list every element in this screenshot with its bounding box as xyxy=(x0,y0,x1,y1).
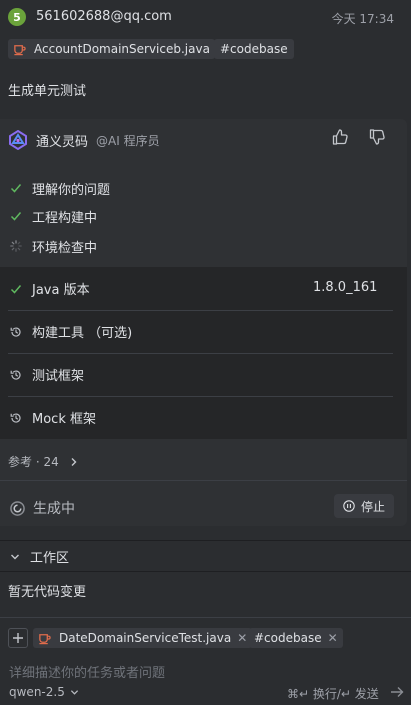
step-env-check: 环境检查中 xyxy=(10,237,98,256)
environment-check-panel: Java 版本 1.8.0_161 构建工具 （可选) 测试框架 Mock 框架 xyxy=(0,267,407,439)
step-label: 工程构建中 xyxy=(32,210,98,226)
java-file-icon xyxy=(14,44,26,55)
add-context-button[interactable] xyxy=(8,628,28,648)
context-codebase-label: #codebase xyxy=(254,631,322,645)
history-icon xyxy=(10,412,21,423)
user-message: 5 561602688@qq.com 今天 17:34 AccountDomai… xyxy=(0,0,411,112)
context-file-tag[interactable]: DateDomainServiceTest.java ✕ xyxy=(33,628,253,648)
workspace-empty-text: 暂无代码变更 xyxy=(8,585,87,600)
env-row-build-tool[interactable]: 构建工具 （可选) xyxy=(0,310,407,353)
references-label: 参考 · 24 xyxy=(8,455,59,469)
plus-icon xyxy=(13,633,23,643)
chat-input-area: DateDomainServiceTest.java ✕ #codebase ✕… xyxy=(0,617,411,705)
context-codebase-tag[interactable]: #codebase ✕ xyxy=(249,628,343,648)
assistant-response-card: 通义灵码 @AI 程序员 理解你的问题 工程构建中 环境检查中 Java 版本 … xyxy=(0,119,407,526)
file-tag[interactable]: AccountDomainServiceb.java xyxy=(8,39,215,59)
references-toggle[interactable]: 参考 · 24 xyxy=(8,453,79,470)
step-label: 环境检查中 xyxy=(32,240,98,256)
user-email: 561602688@qq.com xyxy=(36,9,172,24)
model-label: qwen-2.5 xyxy=(9,685,65,699)
codebase-tag[interactable]: #codebase xyxy=(214,39,294,59)
step-build: 工程构建中 xyxy=(10,207,98,226)
check-icon xyxy=(10,212,22,221)
divider xyxy=(0,480,407,481)
loading-spinner-icon xyxy=(10,240,22,252)
generating-status: 生成中 xyxy=(10,498,75,518)
assistant-name: 通义灵码 xyxy=(36,134,89,150)
pause-icon xyxy=(343,500,355,512)
close-icon[interactable]: ✕ xyxy=(237,631,247,645)
message-timestamp: 今天 17:34 xyxy=(331,12,394,26)
env-row-mock-framework[interactable]: Mock 框架 xyxy=(0,396,407,439)
assistant-role: @AI 程序员 xyxy=(96,133,160,148)
workspace-panel: 工作区 暂无代码变更 xyxy=(0,540,411,606)
env-label: 构建工具 （可选) xyxy=(32,326,133,341)
thumbs-down-icon[interactable] xyxy=(368,128,386,146)
thumbs-up-icon[interactable] xyxy=(331,128,349,146)
close-icon[interactable]: ✕ xyxy=(328,631,338,645)
env-label: Java 版本 xyxy=(32,283,90,298)
send-arrow-icon[interactable] xyxy=(390,686,404,698)
env-row-test-framework[interactable]: 测试框架 xyxy=(0,353,407,396)
chat-input[interactable]: 详细描述你的任务或者问题 xyxy=(9,662,165,681)
context-file-label: DateDomainServiceTest.java xyxy=(59,631,232,645)
java-version-value: 1.8.0_161 xyxy=(313,280,378,295)
env-label: Mock 框架 xyxy=(32,412,96,427)
java-file-icon xyxy=(39,633,51,644)
tongyi-logo-icon xyxy=(9,130,27,150)
chevron-down-icon xyxy=(70,689,78,695)
history-icon xyxy=(10,369,21,380)
assistant-header: 通义灵码 @AI 程序员 xyxy=(8,129,160,151)
stop-button[interactable]: 停止 xyxy=(334,494,394,518)
check-icon xyxy=(10,184,22,193)
history-icon xyxy=(10,326,21,337)
generating-spinner-icon xyxy=(10,500,25,516)
step-understand: 理解你的问题 xyxy=(10,179,111,198)
check-icon xyxy=(10,284,22,294)
divider xyxy=(0,571,411,572)
file-tag-label: AccountDomainServiceb.java xyxy=(34,42,210,56)
stop-label: 停止 xyxy=(360,499,385,514)
avatar: 5 xyxy=(8,8,26,26)
step-label: 理解你的问题 xyxy=(32,182,111,198)
generating-label: 生成中 xyxy=(33,501,75,517)
keyboard-hint: ⌘↵ 换行/↵ 发送 xyxy=(287,687,379,701)
chevron-down-icon xyxy=(11,554,19,559)
workspace-title: 工作区 xyxy=(30,551,70,566)
chevron-right-icon xyxy=(71,457,77,466)
prompt-text: 生成单元测试 xyxy=(8,84,87,99)
model-selector[interactable]: qwen-2.5 xyxy=(9,685,79,699)
workspace-toggle[interactable]: 工作区 xyxy=(10,547,69,566)
env-label: 测试框架 xyxy=(32,369,85,384)
